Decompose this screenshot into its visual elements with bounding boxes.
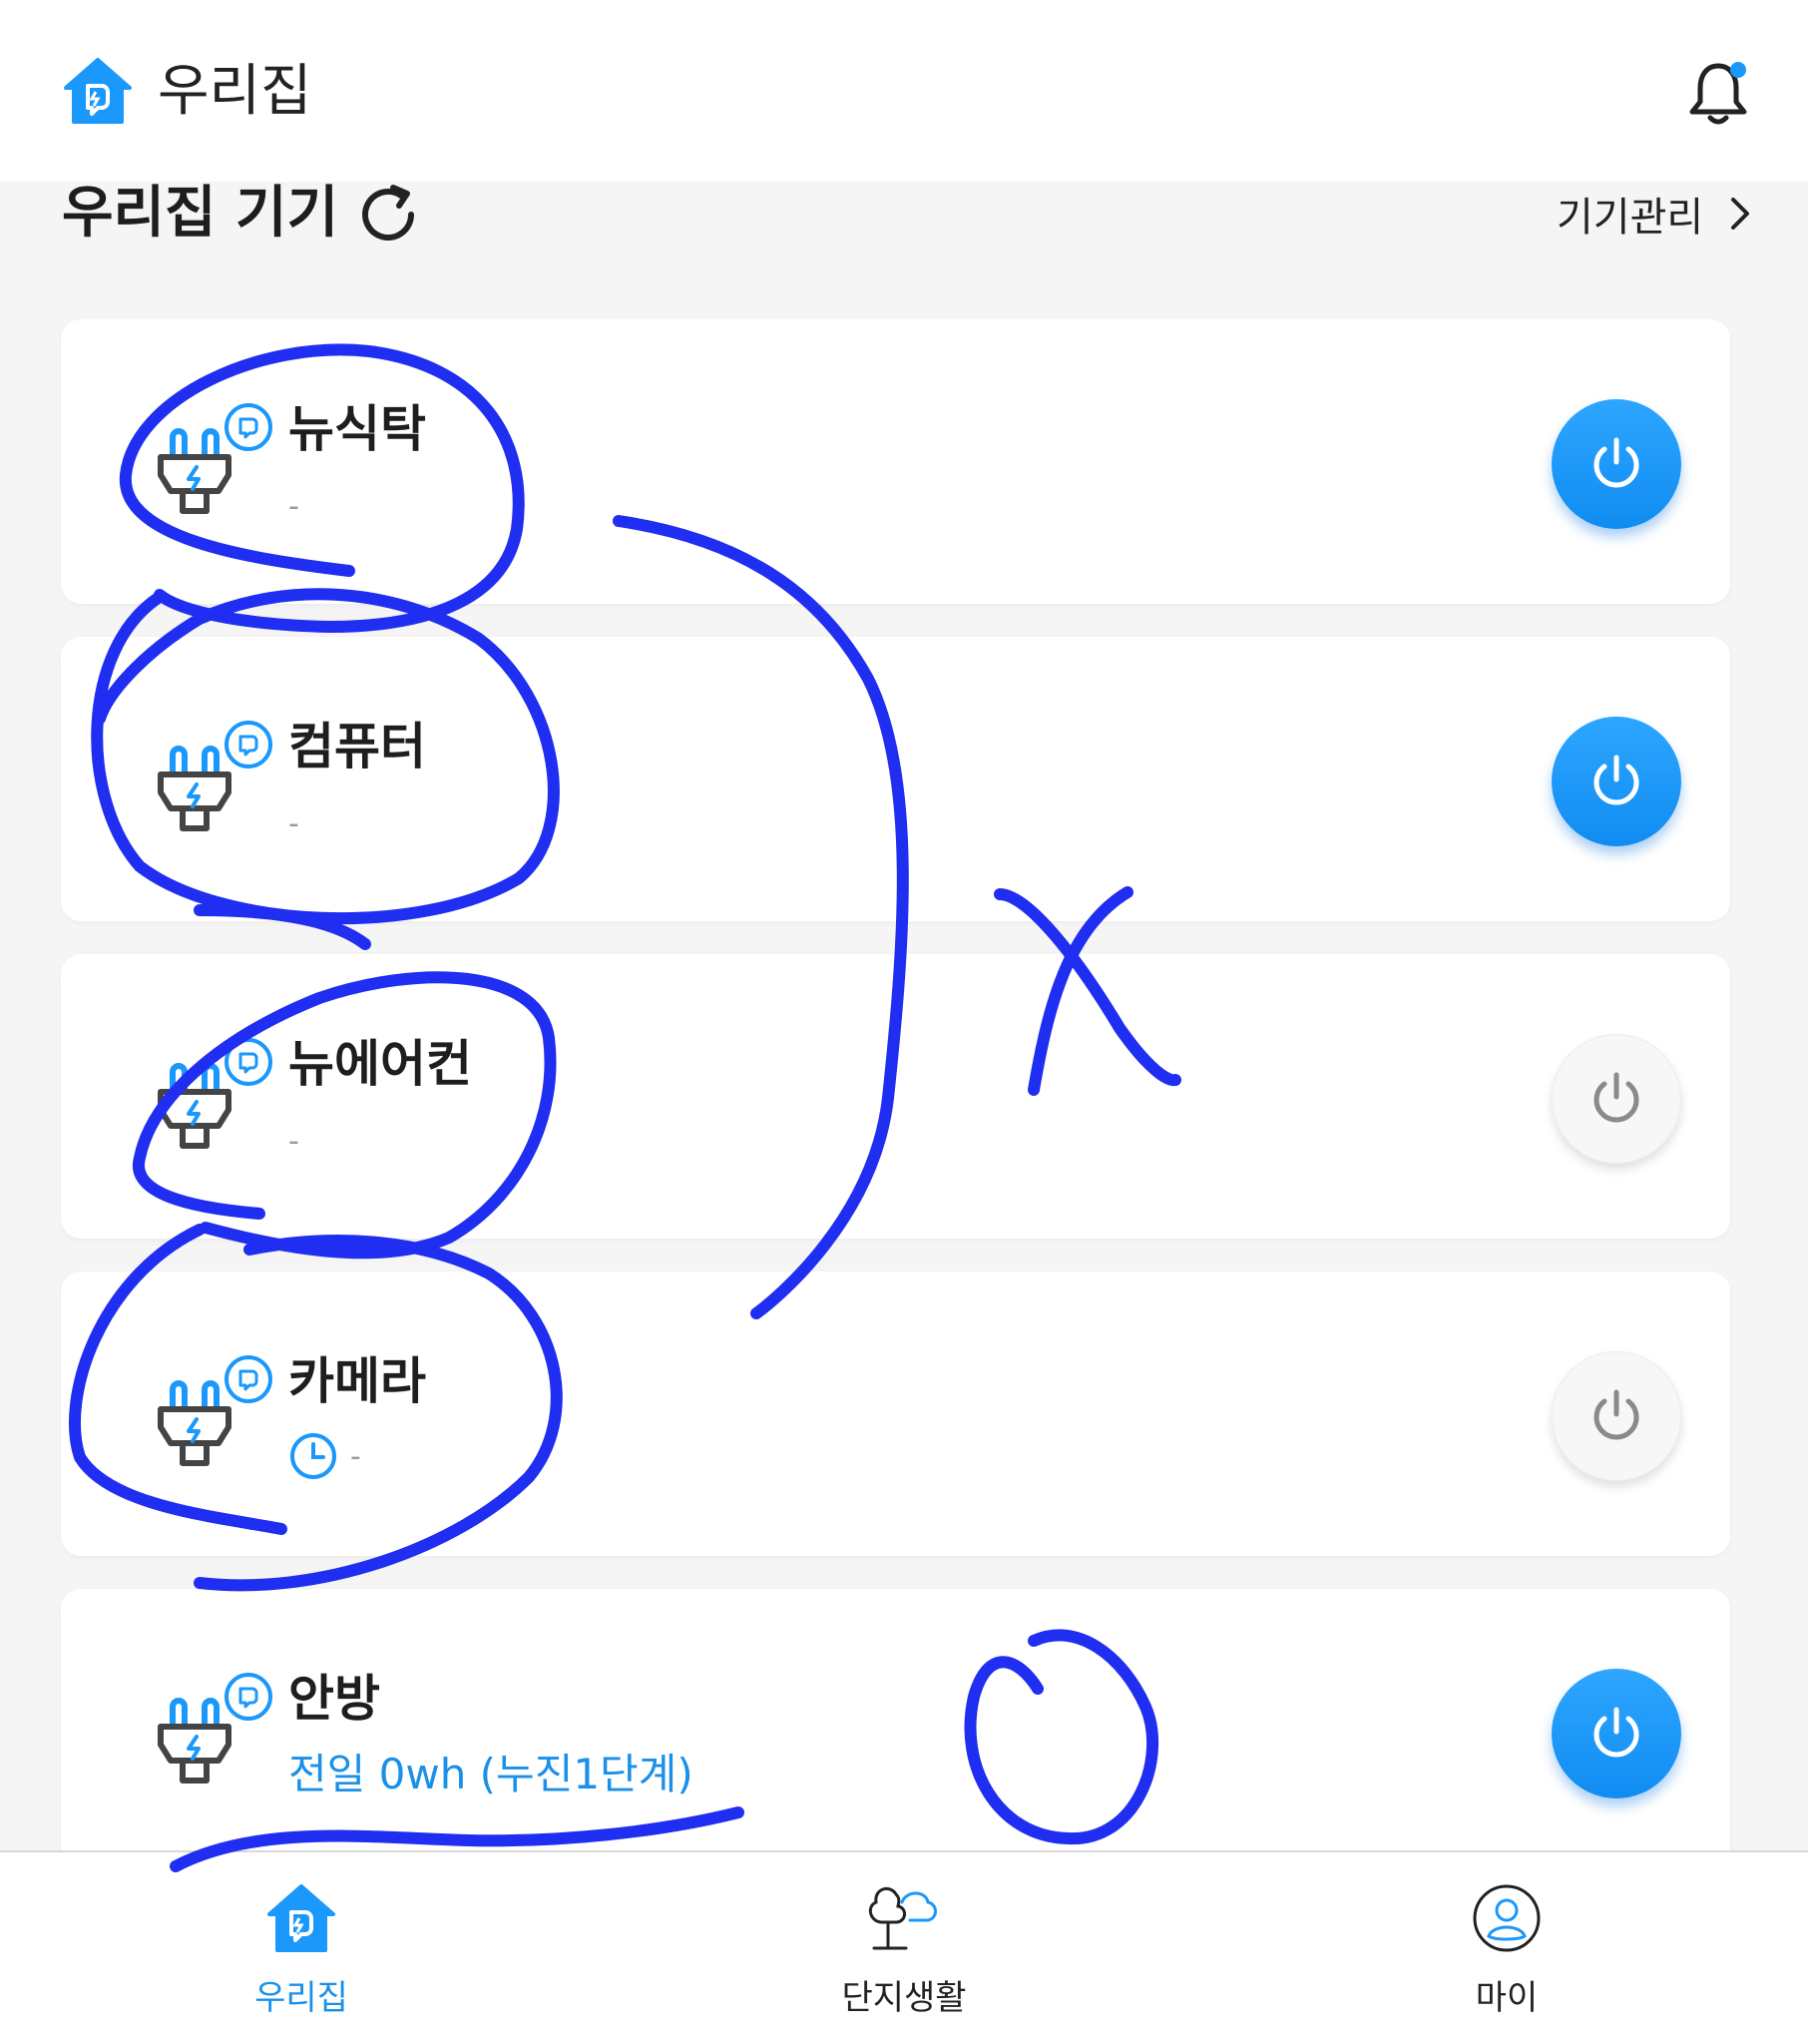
device-manage-link[interactable]: 기기관리 <box>1557 186 1755 242</box>
power-icon <box>1593 1072 1639 1123</box>
plug-icon <box>158 721 272 831</box>
power-icon <box>1593 1707 1639 1758</box>
plug-icon <box>158 403 272 514</box>
app-title: 우리집 <box>158 59 312 124</box>
top-app-bar: 우리집 <box>0 0 1808 182</box>
nav-label: 우리집 <box>254 1978 348 2018</box>
power-icon <box>1593 755 1639 805</box>
device-card[interactable]: 뉴에어컨 - <box>61 954 1730 1239</box>
plug-icon <box>158 1673 272 1784</box>
device-name: 뉴에어컨 <box>288 1035 472 1093</box>
power-toggle-button[interactable] <box>1552 1351 1681 1481</box>
device-status: - <box>350 1438 361 1474</box>
chevron-right-icon <box>1731 198 1750 230</box>
device-name: 뉴식탁 <box>288 400 426 458</box>
clock-icon[interactable] <box>288 1431 338 1481</box>
device-status: - <box>288 1124 299 1159</box>
bell-icon[interactable] <box>1686 56 1750 128</box>
nav-item-community[interactable]: 단지생활 <box>784 1880 1024 2019</box>
tree-cloud-icon <box>868 1886 937 1950</box>
power-toggle-button[interactable] <box>1552 399 1681 529</box>
power-icon <box>1593 1389 1639 1440</box>
device-status: - <box>288 489 299 524</box>
profile-icon <box>1473 1884 1541 1952</box>
screen: 우리집 우리집 기기 기기관리 뉴식탁 - 컴퓨터 - 뉴에어컨 - 카메라 -… <box>0 0 1808 2044</box>
section-title: 우리집 기기 <box>62 181 339 246</box>
device-status: 전일 0wh (누진1단계) <box>288 1750 693 1798</box>
device-name: 컴퓨터 <box>288 718 426 775</box>
nav-item-home[interactable]: 우리집 <box>182 1880 421 2019</box>
home-icon[interactable] <box>62 56 134 128</box>
bottom-navigation: 우리집 단지생활 마이 <box>0 1850 1808 2044</box>
power-icon <box>1593 437 1639 488</box>
power-toggle-button[interactable] <box>1552 1669 1681 1798</box>
nav-label: 마이 <box>1475 1978 1539 2018</box>
refresh-icon[interactable] <box>355 182 421 248</box>
device-manage-label: 기기관리 <box>1557 195 1704 241</box>
power-toggle-button[interactable] <box>1552 717 1681 846</box>
home-icon <box>267 1884 335 1952</box>
device-name: 안방 <box>288 1670 380 1728</box>
device-card[interactable]: 안방 전일 0wh (누진1단계) <box>61 1589 1730 1873</box>
nav-item-my[interactable]: 마이 <box>1387 1880 1626 2019</box>
plug-icon <box>158 1038 272 1149</box>
plug-icon <box>158 1355 272 1466</box>
device-status: - <box>288 806 299 841</box>
device-card[interactable]: 뉴식탁 - <box>61 319 1730 604</box>
device-card[interactable]: 카메라 - <box>61 1272 1730 1556</box>
nav-label: 단지생활 <box>841 1978 967 2018</box>
device-name: 카메라 <box>288 1352 426 1410</box>
device-card[interactable]: 컴퓨터 - <box>61 637 1730 921</box>
power-toggle-button[interactable] <box>1552 1034 1681 1164</box>
timer-row: - <box>288 1431 361 1481</box>
